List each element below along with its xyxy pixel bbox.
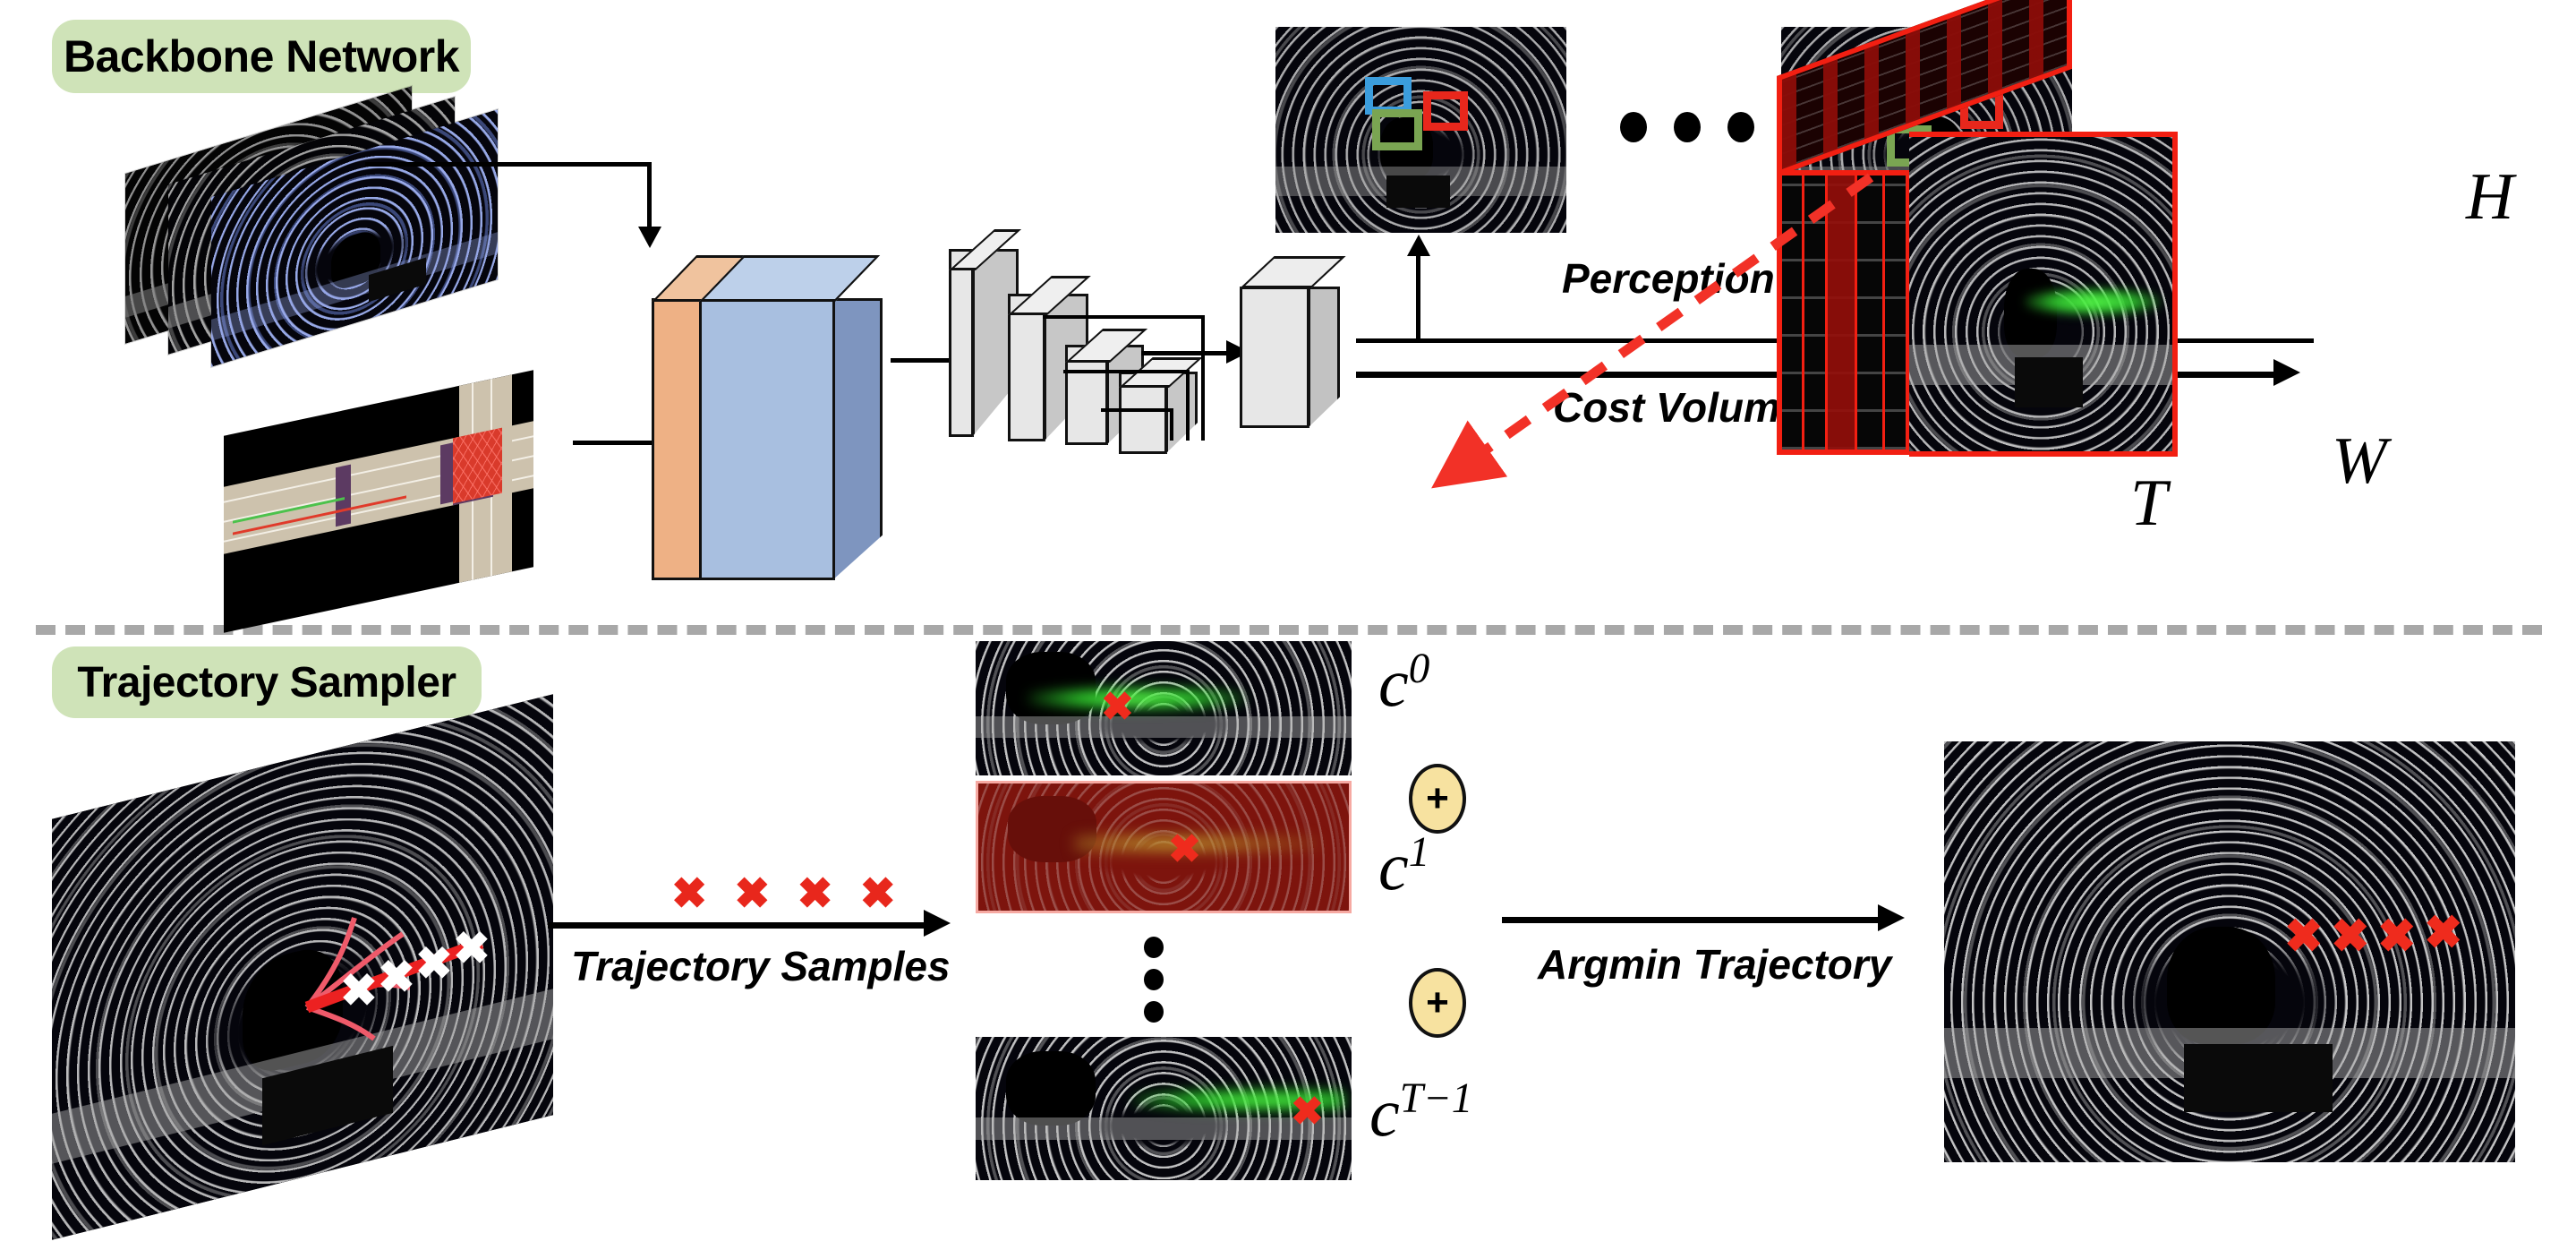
sum-operator-2: + xyxy=(1409,968,1466,1038)
cost-map-c1: ✖ xyxy=(976,781,1352,913)
trajectory-waypoint: ✖ xyxy=(340,965,378,1015)
sample-marker: ✖ xyxy=(671,870,708,918)
skip-connection-2-v xyxy=(1186,370,1190,441)
detection-box-green xyxy=(1372,109,1422,150)
label-dimension-T: T xyxy=(2130,467,2168,540)
label-cost-c0: c0 xyxy=(1378,645,1429,723)
backbone-orange-face xyxy=(652,298,702,580)
label-c1-base: c xyxy=(1378,829,1409,905)
sample-marker: ✖ xyxy=(797,870,833,918)
backbone-network-block xyxy=(652,159,884,580)
sample-marker: ✖ xyxy=(734,870,771,918)
trajectory-waypoint: ✖ xyxy=(415,938,453,989)
label-argmin-trajectory: Argmin Trajectory xyxy=(1538,941,1892,988)
arrow-lidar-to-backbone-h xyxy=(365,162,652,167)
cost-volume-front-face xyxy=(1909,132,2178,457)
cost-map-cT-1: ✖ xyxy=(976,1037,1352,1180)
cost-volume-block xyxy=(1777,0,2350,457)
perception-frames-ellipsis xyxy=(1620,112,1754,142)
cost-volume-trajectory-glow xyxy=(2025,287,2162,317)
hd-map-input xyxy=(224,370,533,633)
arrow-unet-to-feature xyxy=(1141,351,1231,355)
perception-riser-left xyxy=(1416,253,1420,342)
trajectory-sampler-input-bev: ✖ ✖ ✖ ✖ xyxy=(52,694,553,1240)
unet-block-4 xyxy=(1119,357,1208,454)
trajectory-samples-marker-row: ✖ ✖ ✖ ✖ xyxy=(671,869,896,919)
label-dimension-W: W xyxy=(2332,424,2387,498)
section-badge-trajectory: Trajectory Sampler xyxy=(52,646,482,718)
label-cT1-base: c xyxy=(1369,1075,1400,1152)
skip-connection-3-v xyxy=(1170,408,1173,441)
section-divider xyxy=(36,625,2542,635)
figure-root: Backbone Network Trajectory Sampler Perc… xyxy=(0,0,2576,1250)
label-c1-superscript: 1 xyxy=(1408,829,1430,876)
sum-operator-1: + xyxy=(1409,764,1466,834)
sample-marker: ✖ xyxy=(859,870,896,918)
detection-box-red xyxy=(1423,91,1468,131)
output-bev-with-selected-trajectory: ✖ ✖ ✖ ✖ xyxy=(1944,741,2515,1162)
skip-connection-1-v xyxy=(1201,315,1205,441)
feature-volume-cube xyxy=(1240,256,1356,428)
skip-connection-3-h xyxy=(1101,408,1173,412)
cost-map-waypoint-marker: ✖ xyxy=(1291,1090,1324,1134)
arrowhead-perception-left xyxy=(1407,235,1430,256)
label-perception: Perception xyxy=(1562,255,1775,302)
cost-map-c0: ✖ xyxy=(976,641,1352,775)
label-dimension-H: H xyxy=(2466,160,2514,234)
skip-connection-1-h xyxy=(1043,315,1204,319)
output-waypoint-marker: ✖ xyxy=(2331,911,2370,963)
backbone-blue-face xyxy=(699,298,835,580)
output-waypoint-marker: ✖ xyxy=(2284,911,2324,963)
arrow-argmin-trajectory xyxy=(1502,917,1887,923)
cost-map-waypoint-marker: ✖ xyxy=(1168,827,1201,871)
arrowhead-argmin-trajectory xyxy=(1878,904,1905,931)
section-badge-backbone: Backbone Network xyxy=(52,20,471,93)
arrow-trajectory-samples xyxy=(548,922,933,929)
skip-connection-2-h xyxy=(1063,370,1189,373)
backbone-blue-side xyxy=(832,298,883,580)
label-cost-cT-1: cT−1 xyxy=(1369,1074,1472,1152)
lidar-sweeps-input xyxy=(125,86,510,367)
label-trajectory-samples: Trajectory Samples xyxy=(571,943,951,989)
label-c0-base: c xyxy=(1378,646,1409,722)
trajectory-waypoint: ✖ xyxy=(378,952,415,1002)
cost-maps-vertical-ellipsis xyxy=(1144,937,1164,1023)
cost-volume-time-face xyxy=(1777,170,1911,455)
cost-map-waypoint-marker: ✖ xyxy=(1101,685,1134,729)
perception-output-frame-first xyxy=(1275,27,1566,233)
output-waypoint-marker: ✖ xyxy=(2424,907,2463,959)
cost-map-glow xyxy=(1028,687,1247,710)
label-cT1-superscript: T−1 xyxy=(1399,1075,1473,1122)
label-c0-superscript: 0 xyxy=(1408,646,1430,692)
arrowhead-trajectory-samples xyxy=(924,910,951,937)
trajectory-waypoint: ✖ xyxy=(453,923,490,973)
output-waypoint-marker: ✖ xyxy=(2377,911,2417,963)
label-cost-volume: Cost Volume xyxy=(1553,384,1804,431)
label-cost-c1: c1 xyxy=(1378,828,1429,906)
